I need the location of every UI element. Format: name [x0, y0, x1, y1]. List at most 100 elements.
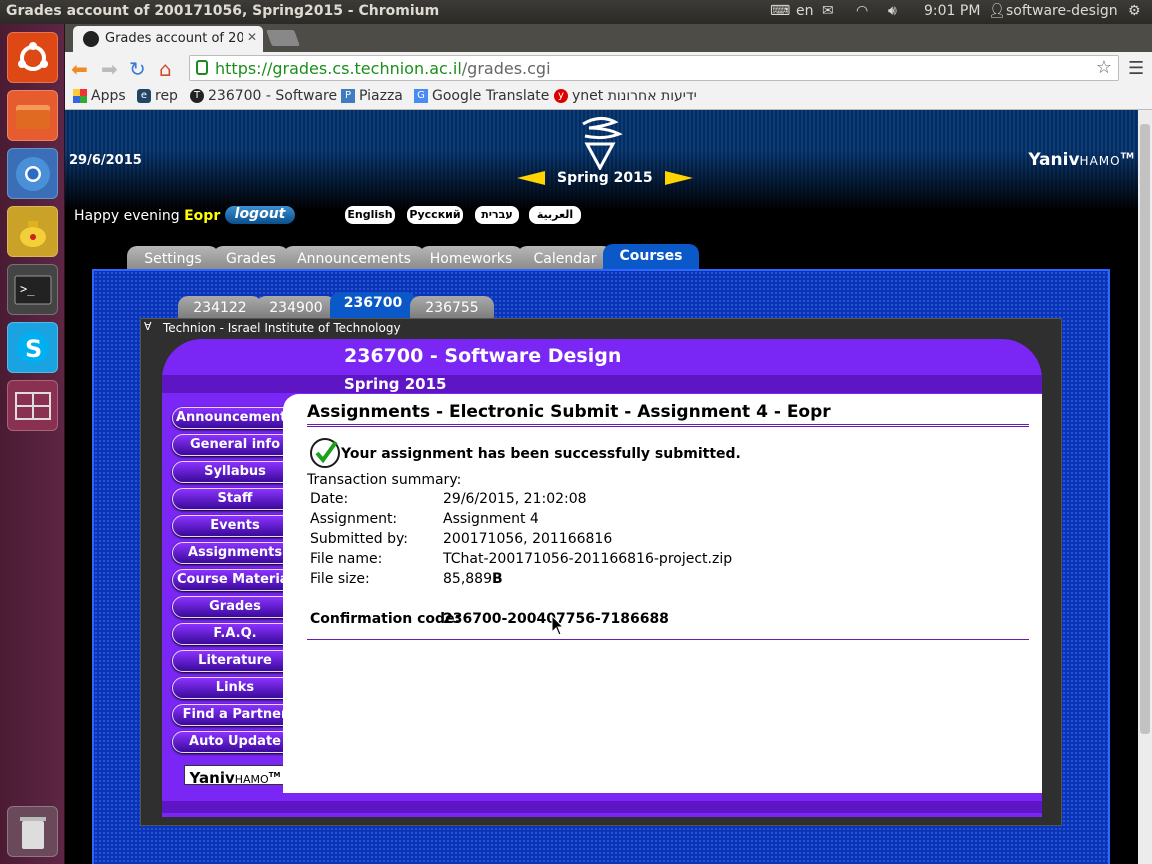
scrollbar-thumb[interactable] — [1140, 124, 1150, 734]
date-value: 29/6/2015, 21:02:08 — [443, 491, 587, 507]
title-divider — [307, 424, 1029, 427]
tab-courses[interactable]: Courses — [603, 244, 699, 270]
reload-icon[interactable]: ↻ — [129, 57, 146, 81]
logout-button[interactable]: logout — [225, 206, 295, 224]
new-tab-button[interactable] — [266, 30, 300, 46]
sidebar-item-assignments[interactable]: Assignments — [172, 542, 298, 564]
trash-icon[interactable] — [7, 806, 58, 857]
prev-semester-arrow-icon[interactable] — [517, 171, 545, 185]
sidebar-item-general-info[interactable]: General info — [172, 434, 298, 456]
page-scrollbar[interactable] — [1138, 110, 1152, 864]
file-size-label: File size: — [310, 571, 370, 587]
sidebar-item-staff[interactable]: Staff — [172, 488, 298, 510]
user-name[interactable]: software-design — [1006, 3, 1118, 19]
course-semester: Spring 2015 — [344, 375, 447, 393]
sidebar-item-find-a-partner[interactable]: Find a Partner — [172, 704, 298, 726]
sidebar-item-auto-update[interactable]: Auto Update — [172, 731, 298, 753]
bookmark-google-translate[interactable]: G Google Translate — [414, 88, 549, 104]
back-arrow-icon[interactable]: ⬅ — [71, 57, 88, 81]
window-title: Grades account of 200171056, Spring2015 … — [6, 3, 440, 19]
bookmark-label: Apps — [91, 88, 126, 104]
sidebar-item-faq[interactable]: F.A.Q. — [172, 623, 298, 645]
browser-tab[interactable]: Grades account of 200 ✕ — [73, 26, 263, 52]
bookmark-236700[interactable]: T 236700 - Software — [190, 88, 337, 104]
terminal-icon[interactable]: >_ — [7, 264, 58, 315]
sidebar-item-course-material[interactable]: Course Material — [172, 569, 298, 591]
ubuntu-dash-icon[interactable] — [7, 32, 58, 83]
bookmark-piazza[interactable]: P Piazza — [341, 88, 403, 104]
submitted-by-label: Submitted by: — [310, 531, 408, 547]
address-bar[interactable]: https://grades.cs.technion.ac.il/grades.… — [189, 55, 1119, 81]
sidebar-item-literature[interactable]: Literature — [172, 650, 298, 672]
technion-icon: T — [190, 89, 204, 103]
sidebar-item-syllabus[interactable]: Syllabus — [172, 461, 298, 483]
course-tab-236755[interactable]: 236755 — [410, 296, 494, 318]
sidebar-item-events[interactable]: Events — [172, 515, 298, 537]
technion-favicon-icon — [83, 31, 99, 47]
course-tab-234122[interactable]: 234122 — [178, 296, 262, 318]
menu-icon[interactable]: ☰ — [1128, 58, 1144, 79]
institute-name: Technion - Israel Institute of Technolog… — [163, 321, 401, 335]
tab-calendar[interactable]: Calendar — [517, 246, 613, 270]
bookmark-ynet[interactable]: y ynet ידיעות אחרונות — [554, 88, 697, 104]
submitted-by-value: 200171056, 201166816 — [443, 531, 613, 547]
bookmark-rep[interactable]: e rep — [137, 88, 178, 104]
ynet-icon: y — [554, 89, 568, 103]
forward-arrow-icon[interactable]: ➡ — [101, 57, 118, 81]
browser-tab-title: Grades account of 200 — [105, 31, 243, 46]
course-footer-bar — [162, 801, 1042, 813]
ylogo-small: HAMO — [234, 773, 269, 786]
tab-settings[interactable]: Settings — [127, 246, 219, 270]
sidebar-item-links[interactable]: Links — [172, 677, 298, 699]
wifi-icon[interactable]: ◠ — [856, 3, 868, 19]
sidebar-item-grades[interactable]: Grades — [172, 596, 298, 618]
file-name-value: TChat-200171056-201166816-project.zip — [443, 551, 733, 567]
chromium-icon[interactable] — [7, 148, 58, 199]
skype-icon[interactable]: S — [7, 322, 58, 373]
course-tab-234900[interactable]: 234900 — [256, 296, 336, 318]
course-tab-236700[interactable]: 236700 — [330, 292, 416, 318]
brand-main: Yaniv — [1028, 150, 1080, 170]
bookmark-star-icon[interactable]: ☆ — [1096, 57, 1112, 78]
assignment-value: Assignment 4 — [443, 511, 539, 527]
sidebar-item-announcements[interactable]: Announcements — [172, 407, 298, 429]
gear-icon[interactable]: ⚙ — [1128, 3, 1141, 19]
confirmation-label: Confirmation code: — [310, 611, 461, 627]
browser-tab-strip: Grades account of 200 ✕ — [65, 24, 1152, 52]
assignment-label: Assignment: — [310, 511, 398, 527]
keyboard-icon[interactable]: ⌨ — [770, 3, 790, 19]
volume-icon[interactable]: 🔊︎ — [888, 3, 897, 19]
url-text: https://grades.cs.technion.ac.il/grades.… — [215, 59, 551, 78]
teapot-icon[interactable] — [7, 206, 58, 257]
lang-arabic-button[interactable]: العربية — [529, 206, 581, 224]
workspaces-icon[interactable] — [7, 380, 58, 431]
close-tab-icon[interactable]: ✕ — [247, 30, 257, 44]
launcher: >_ S — [0, 24, 65, 864]
files-icon[interactable] — [7, 90, 58, 141]
clock[interactable]: 9:01 PM — [924, 3, 980, 19]
bookmark-label: Piazza — [359, 88, 403, 104]
tab-announcements[interactable]: Announcements — [283, 246, 425, 270]
file-name-label: File name: — [310, 551, 383, 567]
home-icon[interactable]: ⌂ — [159, 57, 172, 81]
course-semester-bar: Spring 2015 — [162, 375, 1042, 393]
bookmark-apps[interactable]: Apps — [73, 88, 126, 104]
yanivhamo-logo[interactable]: YanivHAMOTM — [184, 765, 286, 787]
tab-homeworks[interactable]: Homeworks — [419, 246, 523, 270]
content-divider — [307, 639, 1029, 640]
next-semester-arrow-icon[interactable] — [664, 171, 693, 185]
lang-hebrew-button[interactable]: עברית — [475, 206, 519, 224]
mail-icon[interactable]: ✉ — [822, 3, 834, 19]
tab-grades[interactable]: Grades — [213, 246, 289, 270]
lang-russian-button[interactable]: Русский — [407, 206, 463, 224]
success-check-icon — [310, 438, 340, 468]
lang-english-button[interactable]: English — [345, 206, 395, 224]
user-icon[interactable]: 👤︎ — [988, 3, 1006, 19]
url-path: /grades.cgi — [461, 59, 551, 78]
translate-icon: G — [414, 89, 428, 103]
url-host: https://grades.cs.technion.ac.il — [215, 59, 462, 78]
keyboard-layout[interactable]: en — [796, 3, 814, 19]
technion-logo-icon — [582, 117, 623, 170]
content-area: Assignments - Electronic Submit - Assign… — [283, 394, 1042, 793]
rep-icon: e — [137, 89, 151, 103]
